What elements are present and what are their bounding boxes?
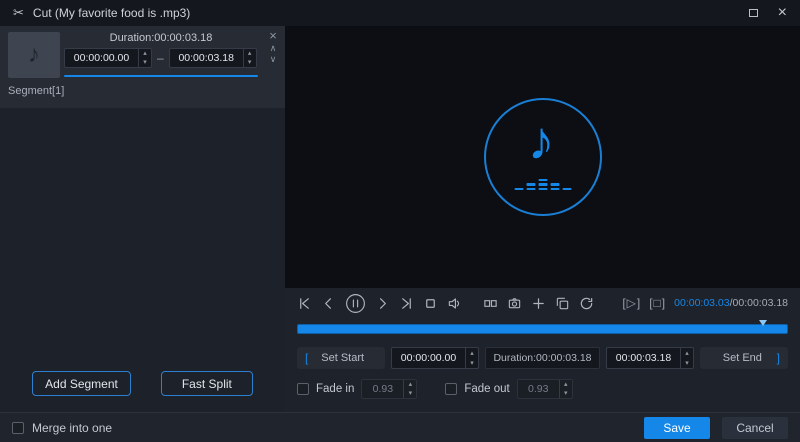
fade-in-input[interactable]: ▴ ▾ <box>361 379 418 399</box>
save-button[interactable]: Save <box>644 416 710 439</box>
spin-up-icon[interactable]: ▴ <box>681 348 693 358</box>
stop-segment-icon[interactable]: [□] <box>649 296 666 310</box>
segment-duration-label: Duration:00:00:03.18 <box>109 32 213 44</box>
pause-icon[interactable] <box>345 293 366 314</box>
play-segment-icon[interactable]: [▷] <box>622 296 641 310</box>
segment-list-panel: ♪ Duration:00:00:03.18 ▴ ▾ – <box>0 26 285 412</box>
segment-item-actions: × ∧ ∨ <box>264 29 282 64</box>
add-segment-icon[interactable] <box>531 296 546 311</box>
merge-checkbox[interactable] <box>12 421 24 434</box>
spin-down-icon[interactable]: ▾ <box>244 58 256 67</box>
remove-segment-icon[interactable]: × <box>269 29 277 42</box>
time-display: 00:00:03.03/00:00:03.18 <box>674 297 788 309</box>
segment-start-time-value[interactable] <box>65 49 138 67</box>
split-segment-icon[interactable] <box>483 296 498 311</box>
spin-down-icon[interactable]: ▾ <box>466 358 478 368</box>
scissors-icon: ✂ <box>13 5 24 20</box>
set-end-button[interactable]: Set End ] <box>700 347 788 369</box>
spin-down-icon[interactable]: ▾ <box>681 358 693 368</box>
music-note-icon: ♪ <box>527 111 555 171</box>
fade-in-label: Fade in <box>316 383 355 395</box>
segment-end-time-input[interactable]: ▴ ▾ <box>168 48 257 68</box>
footer-bar: Merge into one Save Cancel <box>0 412 800 442</box>
spin-up-icon[interactable]: ▴ <box>244 49 256 58</box>
fade-row: Fade in ▴ ▾ Fade out ▴ ▾ <box>285 379 800 399</box>
step-back-icon[interactable] <box>321 296 336 311</box>
fade-out-value[interactable] <box>517 380 559 398</box>
segment-controls: Duration:00:00:03.18 ▴ ▾ – ▴ <box>64 26 258 77</box>
spin-up-icon[interactable]: ▴ <box>466 348 478 358</box>
fade-out-label: Fade out <box>464 383 510 395</box>
cancel-button[interactable]: Cancel <box>722 416 788 439</box>
segment-item[interactable]: ♪ Duration:00:00:03.18 ▴ ▾ – <box>0 26 285 108</box>
total-time: 00:00:03.18 <box>732 297 788 309</box>
main-area: ♪ [▷] [□] 00:00:03.03/00:00:03.18 [Set … <box>285 26 800 412</box>
fade-in-checkbox[interactable] <box>297 383 309 395</box>
copy-segment-icon[interactable] <box>555 296 570 311</box>
segment-start-time-input[interactable]: ▴ ▾ <box>64 48 152 68</box>
merge-into-one[interactable]: Merge into one <box>12 421 112 435</box>
bracket-close-icon: ] <box>776 351 780 365</box>
spin-up-icon[interactable]: ▴ <box>139 49 151 58</box>
prev-frame-icon[interactable] <box>297 296 312 311</box>
spin-up-icon[interactable]: ▴ <box>560 380 572 389</box>
window-controls: × <box>748 5 787 21</box>
preview-area: ♪ <box>285 26 800 288</box>
add-segment-button[interactable]: Add Segment <box>32 371 131 396</box>
spin-down-icon[interactable]: ▾ <box>560 389 572 398</box>
merge-label: Merge into one <box>32 420 113 435</box>
step-forward-icon[interactable] <box>375 296 390 311</box>
volume-icon[interactable] <box>447 296 462 311</box>
segment-thumbnail: ♪ <box>8 32 60 78</box>
current-time: 00:00:03.03 <box>674 297 730 309</box>
trim-row: [ Set Start ▴ ▾ Duration:00:00:03.18 ▴ ▾ <box>285 347 800 369</box>
toolbar-right: [▷] [□] 00:00:03.03/00:00:03.18 <box>622 296 788 310</box>
equalizer-icon <box>514 178 571 190</box>
fade-out-checkbox[interactable] <box>445 383 458 395</box>
stop-icon[interactable] <box>423 296 438 311</box>
time-range-dash: – <box>157 51 164 65</box>
timeline <box>297 320 788 338</box>
spin-down-icon[interactable]: ▾ <box>139 58 151 67</box>
next-frame-icon[interactable] <box>399 296 414 311</box>
trim-duration-display: Duration:00:00:03.18 <box>485 347 600 369</box>
cut-dialog: ✂ Cut (My favorite food is .mp3) × ♪ Dur… <box>0 0 800 442</box>
audio-placeholder: ♪ <box>483 98 602 216</box>
music-note-icon: ♪ <box>28 41 40 68</box>
trim-end-time-value[interactable] <box>607 348 680 368</box>
segment-progress-bar <box>64 75 258 77</box>
snapshot-icon[interactable] <box>507 296 522 311</box>
fade-out-input[interactable]: ▴ ▾ <box>516 379 573 399</box>
trim-start-time-value[interactable] <box>392 348 465 368</box>
timeline-track[interactable] <box>297 324 788 334</box>
trim-start-time-input[interactable]: ▴ ▾ <box>391 347 479 369</box>
fast-split-button[interactable]: Fast Split <box>160 371 253 396</box>
reset-icon[interactable] <box>579 296 594 311</box>
maximize-icon[interactable] <box>748 9 758 17</box>
window-title: Cut (My favorite food is .mp3) <box>32 6 191 20</box>
spin-up-icon[interactable]: ▴ <box>404 380 416 389</box>
spin-down-icon[interactable]: ▾ <box>404 389 416 398</box>
move-down-icon[interactable]: ∨ <box>270 55 277 64</box>
player-controls: [▷] [□] 00:00:03.03/00:00:03.18 [ Set St… <box>285 288 800 412</box>
playback-toolbar: [▷] [□] 00:00:03.03/00:00:03.18 <box>285 288 800 318</box>
segment-end-time-value[interactable] <box>169 49 243 67</box>
timeline-playhead[interactable] <box>759 320 768 326</box>
trim-end-time-input[interactable]: ▴ ▾ <box>606 347 694 369</box>
titlebar: ✂ Cut (My favorite food is .mp3) × <box>0 0 800 26</box>
move-up-icon[interactable]: ∧ <box>270 44 277 53</box>
fade-in-value[interactable] <box>362 380 404 398</box>
segment-label: Segment[1] <box>8 85 65 97</box>
close-icon[interactable]: × <box>778 5 787 21</box>
set-start-button[interactable]: [ Set Start <box>297 347 385 369</box>
